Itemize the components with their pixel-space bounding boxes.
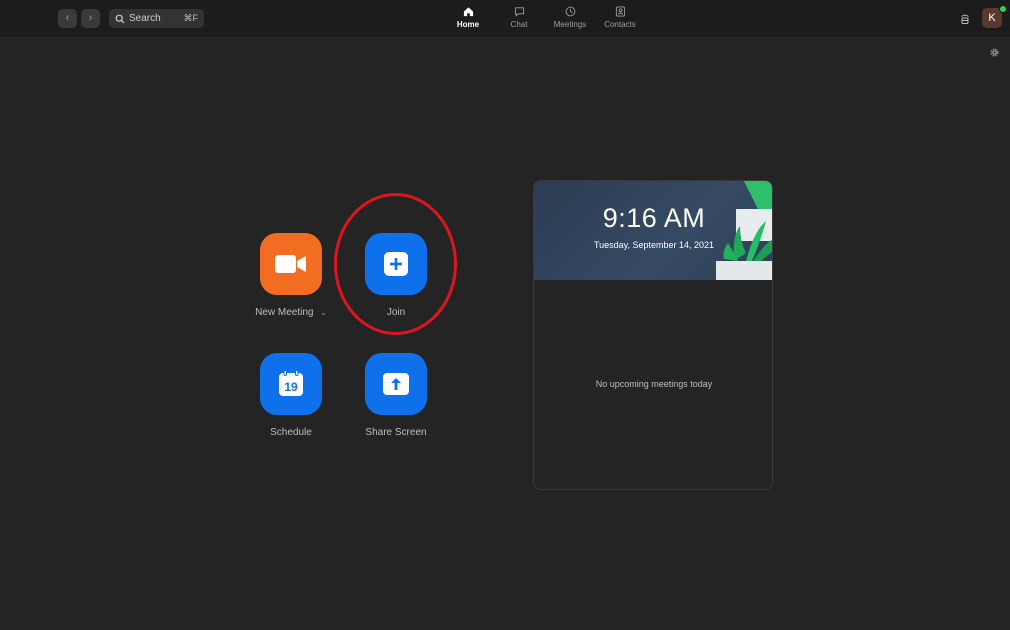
- search-box[interactable]: Search ⌘F: [109, 9, 204, 28]
- clock-icon: [565, 6, 575, 17]
- contacts-icon: [615, 6, 625, 17]
- top-toolbar: ‹ › Search ⌘F Home Chat Meetings Contact…: [0, 0, 1010, 38]
- new-meeting-text: New Meeting: [255, 307, 314, 318]
- tab-meetings[interactable]: Meetings: [545, 6, 595, 34]
- search-shortcut: ⌘F: [183, 13, 199, 23]
- upload-arrow-icon: [383, 373, 409, 395]
- chevron-down-icon[interactable]: ⌄: [320, 308, 327, 317]
- settings-button[interactable]: [989, 45, 1000, 63]
- tab-home[interactable]: Home: [443, 6, 493, 34]
- cast-icon: [960, 14, 969, 24]
- search-icon: [115, 14, 125, 24]
- tab-meetings-label: Meetings: [553, 20, 587, 29]
- current-date: Tuesday, September 14, 2021: [593, 240, 715, 250]
- tab-contacts-label: Contacts: [604, 20, 636, 29]
- gear-icon: [990, 48, 999, 57]
- status-indicator: [999, 5, 1007, 13]
- new-meeting-button[interactable]: [260, 233, 322, 295]
- empty-state-message: No upcoming meetings today: [595, 379, 713, 389]
- schedule-label: Schedule: [270, 427, 312, 438]
- current-time: 9:16 AM: [602, 203, 706, 233]
- new-meeting-label[interactable]: New Meeting ⌄: [236, 307, 346, 318]
- search-label: Search: [129, 13, 161, 24]
- back-button[interactable]: ‹: [58, 9, 77, 28]
- chevron-left-icon: ‹: [65, 12, 70, 24]
- chat-icon: [514, 7, 524, 17]
- highlight-circle: [334, 193, 457, 335]
- avatar-initial: K: [988, 12, 996, 24]
- upcoming-meetings-panel: 9:16 AM Tuesday, September 14, 2021 No u…: [533, 180, 773, 490]
- tab-chat[interactable]: Chat: [494, 6, 544, 34]
- tab-chat-label: Chat: [510, 20, 528, 29]
- clock-header: 9:16 AM Tuesday, September 14, 2021: [534, 181, 772, 280]
- tab-contacts[interactable]: Contacts: [595, 6, 645, 34]
- forward-button[interactable]: ›: [81, 9, 100, 28]
- calendar-day: 19: [284, 380, 298, 394]
- tab-home-label: Home: [456, 20, 480, 29]
- home-icon: [463, 7, 473, 17]
- video-camera-icon: [275, 255, 306, 273]
- chevron-right-icon: ›: [88, 12, 93, 24]
- share-screen-button[interactable]: [365, 353, 427, 415]
- calendar-icon: 19: [279, 370, 303, 396]
- room-system-button[interactable]: [955, 9, 974, 28]
- share-screen-label: Share Screen: [365, 427, 427, 438]
- schedule-button[interactable]: 19: [260, 353, 322, 415]
